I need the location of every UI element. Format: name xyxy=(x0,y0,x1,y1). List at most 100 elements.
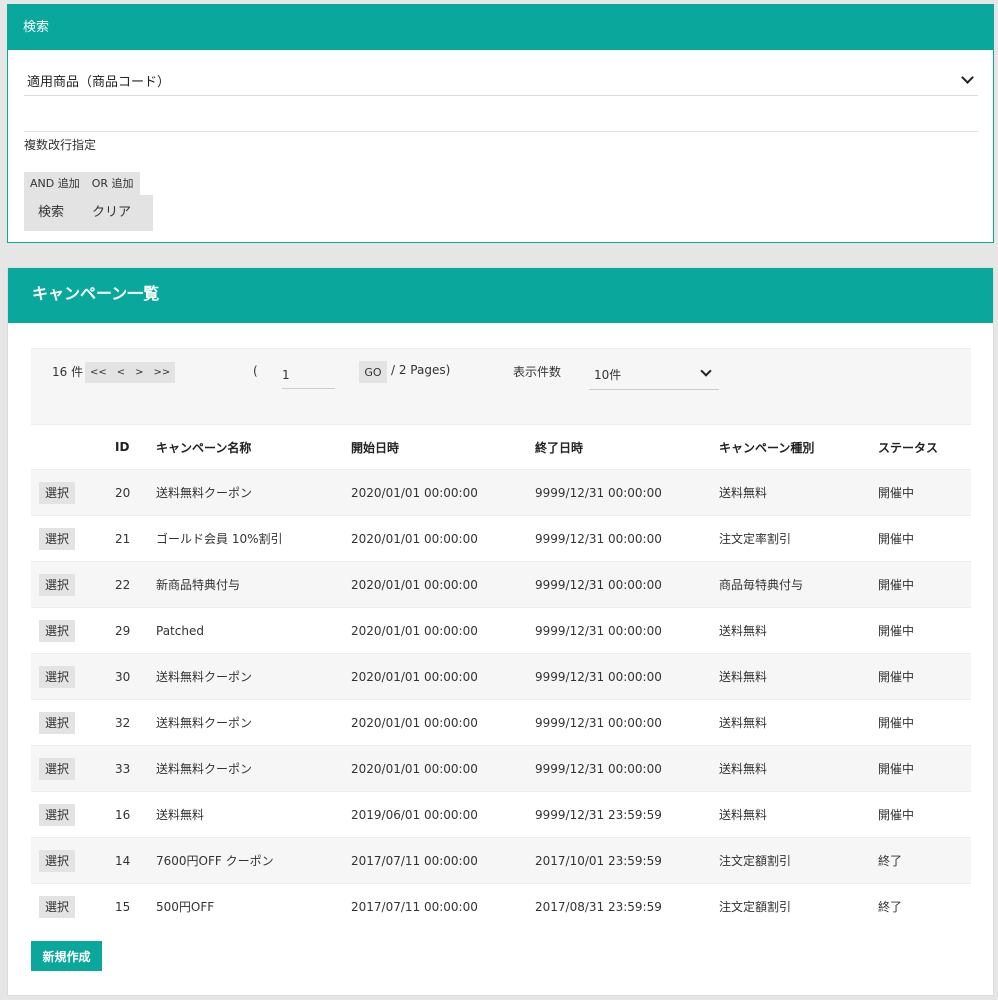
start-cell: 2020/01/01 00:00:00 xyxy=(351,745,535,792)
page-number-input[interactable] xyxy=(282,361,335,389)
name-cell: Patched xyxy=(156,607,351,654)
select-cell: 選択 xyxy=(31,837,115,884)
select-button[interactable]: 選択 xyxy=(39,849,75,872)
or-add-button[interactable]: OR 追加 xyxy=(86,172,140,196)
table-row: 選択 20 送料無料クーポン 2020/01/01 00:00:00 9999/… xyxy=(31,469,971,516)
select-button[interactable]: 選択 xyxy=(39,527,75,550)
first-page-button[interactable]: << xyxy=(85,367,112,378)
select-cell: 選択 xyxy=(31,561,115,608)
column-header-status: ステータス xyxy=(878,424,971,470)
start-cell: 2017/07/11 00:00:00 xyxy=(351,883,535,929)
id-cell: 32 xyxy=(115,699,156,746)
type-cell: 送料無料 xyxy=(719,745,878,792)
end-cell: 9999/12/31 00:00:00 xyxy=(535,699,719,746)
name-cell: 500円OFF xyxy=(156,883,351,929)
search-action-group: 検索 クリア xyxy=(24,195,153,231)
table-row: 選択 15 500円OFF 2017/07/11 00:00:00 2017/0… xyxy=(31,883,971,929)
column-header-type: キャンペーン種別 xyxy=(719,424,878,470)
select-cell: 選択 xyxy=(31,699,115,746)
select-button[interactable]: 選択 xyxy=(39,619,75,642)
type-cell: 注文定率割引 xyxy=(719,515,878,562)
end-cell: 9999/12/31 00:00:00 xyxy=(535,561,719,608)
per-page-value: 10件 xyxy=(594,368,622,382)
search-panel-title: 検索 xyxy=(8,5,993,50)
status-cell: 開催中 xyxy=(878,607,971,654)
end-cell: 9999/12/31 00:00:00 xyxy=(535,653,719,700)
name-cell: 7600円OFF クーポン xyxy=(156,837,351,884)
start-cell: 2020/01/01 00:00:00 xyxy=(351,561,535,608)
column-header-id: ID xyxy=(115,424,156,470)
column-header-end: 終了日時 xyxy=(535,424,719,470)
select-button[interactable]: 選択 xyxy=(39,895,75,918)
type-cell: 送料無料 xyxy=(719,469,878,516)
select-cell: 選択 xyxy=(31,469,115,516)
per-page-select[interactable]: 10件 xyxy=(589,361,719,390)
search-field-select-value: 適用商品（商品コード） xyxy=(27,75,171,90)
start-cell: 2017/07/11 00:00:00 xyxy=(351,837,535,884)
status-cell: 開催中 xyxy=(878,469,971,516)
id-cell: 22 xyxy=(115,561,156,608)
name-cell: 新商品特典付与 xyxy=(156,561,351,608)
search-button[interactable]: 検索 xyxy=(24,195,78,231)
start-cell: 2020/01/01 00:00:00 xyxy=(351,515,535,562)
name-cell: ゴールド会員 10%割引 xyxy=(156,515,351,562)
new-campaign-button[interactable]: 新規作成 xyxy=(31,941,102,971)
select-cell: 選択 xyxy=(31,653,115,700)
campaign-list-title: キャンペーン一覧 xyxy=(8,268,993,323)
clear-button[interactable]: クリア xyxy=(78,195,145,231)
table-row: 選択 29 Patched 2020/01/01 00:00:00 9999/1… xyxy=(31,607,971,654)
select-cell: 選択 xyxy=(31,745,115,792)
result-count: 16 件 xyxy=(52,365,84,379)
select-button[interactable]: 選択 xyxy=(39,803,75,826)
table-header-row: ID キャンペーン名称 開始日時 終了日時 キャンペーン種別 ステータス xyxy=(31,424,971,470)
campaign-list-panel: キャンペーン一覧 16 件 << < > >> ( GO / 2 Pages) … xyxy=(7,267,994,996)
per-page-label: 表示件数 xyxy=(513,365,562,379)
pagination-bar: 16 件 << < > >> ( GO / 2 Pages) 表示件数 10件 xyxy=(31,348,971,424)
id-cell: 20 xyxy=(115,469,156,516)
select-button[interactable]: 選択 xyxy=(39,573,75,596)
select-button[interactable]: 選択 xyxy=(39,711,75,734)
id-cell: 15 xyxy=(115,883,156,929)
total-pages: / 2 Pages) xyxy=(391,363,451,377)
search-field-select[interactable]: 適用商品（商品コード） xyxy=(24,65,978,96)
select-button[interactable]: 選択 xyxy=(39,757,75,780)
id-cell: 16 xyxy=(115,791,156,838)
id-cell: 33 xyxy=(115,745,156,792)
campaign-table: ID キャンペーン名称 開始日時 終了日時 キャンペーン種別 ステータス 選択 … xyxy=(31,424,971,929)
table-row: 選択 14 7600円OFF クーポン 2017/07/11 00:00:00 … xyxy=(31,837,971,884)
prev-page-button[interactable]: < xyxy=(112,367,130,378)
status-cell: 終了 xyxy=(878,837,971,884)
status-cell: 開催中 xyxy=(878,745,971,792)
column-header-name: キャンペーン名称 xyxy=(156,424,351,470)
select-button[interactable]: 選択 xyxy=(39,481,75,504)
end-cell: 2017/08/31 23:59:59 xyxy=(535,883,719,929)
search-text-input[interactable] xyxy=(24,101,978,132)
status-cell: 開催中 xyxy=(878,791,971,838)
status-cell: 開催中 xyxy=(878,653,971,700)
type-cell: 注文定額割引 xyxy=(719,883,878,929)
column-header-start: 開始日時 xyxy=(351,424,535,470)
select-cell: 選択 xyxy=(31,883,115,929)
go-button[interactable]: GO xyxy=(359,361,387,383)
select-cell: 選択 xyxy=(31,791,115,838)
multi-line-label: 複数改行指定 xyxy=(24,138,97,152)
end-cell: 9999/12/31 00:00:00 xyxy=(535,607,719,654)
next-page-button[interactable]: > xyxy=(130,367,148,378)
type-cell: 送料無料 xyxy=(719,653,878,700)
id-cell: 14 xyxy=(115,837,156,884)
status-cell: 開催中 xyxy=(878,699,971,746)
name-cell: 送料無料クーポン xyxy=(156,699,351,746)
status-cell: 開催中 xyxy=(878,515,971,562)
last-page-button[interactable]: >> xyxy=(149,367,176,378)
start-cell: 2019/06/01 00:00:00 xyxy=(351,791,535,838)
select-column-header xyxy=(31,424,115,470)
type-cell: 注文定額割引 xyxy=(719,837,878,884)
status-cell: 開催中 xyxy=(878,561,971,608)
table-row: 選択 33 送料無料クーポン 2020/01/01 00:00:00 9999/… xyxy=(31,745,971,792)
table-row: 選択 16 送料無料 2019/06/01 00:00:00 9999/12/3… xyxy=(31,791,971,838)
page-nav-group: << < > >> xyxy=(85,362,176,383)
start-cell: 2020/01/01 00:00:00 xyxy=(351,699,535,746)
type-cell: 送料無料 xyxy=(719,699,878,746)
select-button[interactable]: 選択 xyxy=(39,665,75,688)
and-add-button[interactable]: AND 追加 xyxy=(24,172,86,196)
